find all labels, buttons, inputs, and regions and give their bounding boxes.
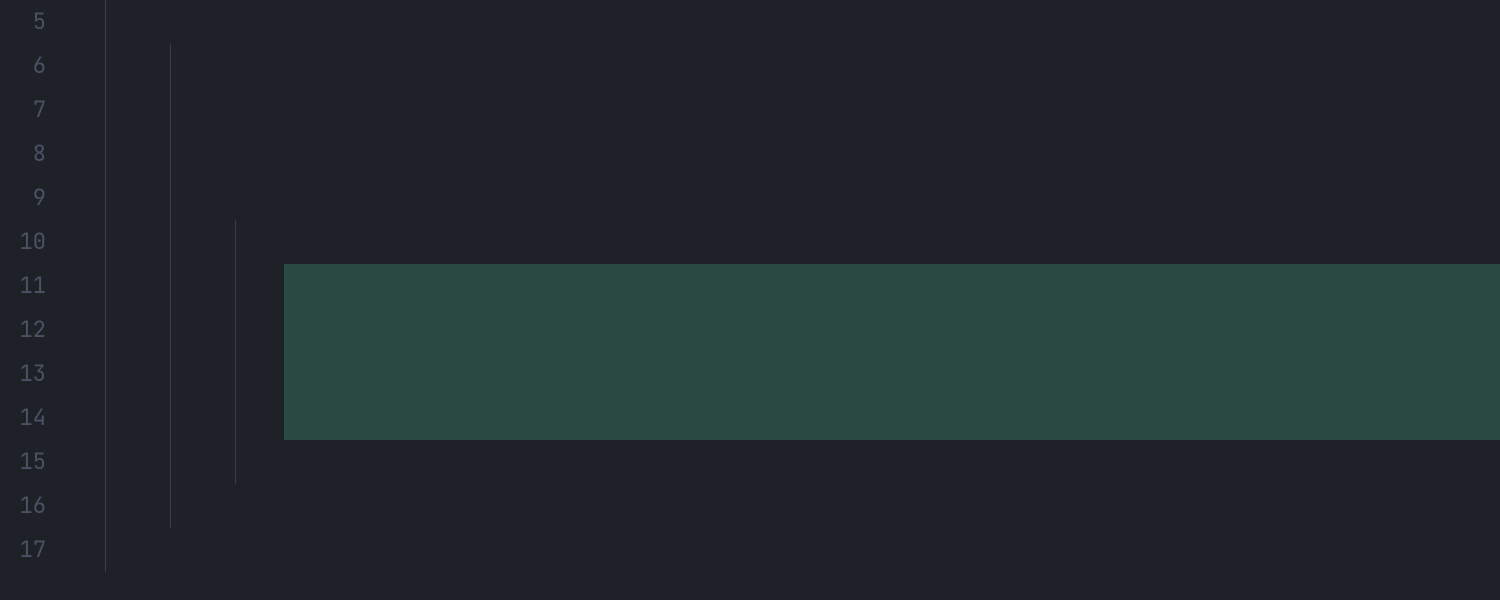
code-content: public class Main { @Language("HTML") pr… (60, 484, 1500, 600)
code-area[interactable]: public class Main { @Language("HTML") pr… (60, 0, 1500, 600)
code-editor[interactable]: 5 6 7 8 9 10 11 12 13 14 15 16 17 public… (0, 0, 1500, 600)
line-number: 7 (0, 88, 46, 132)
indent-guide (170, 44, 171, 528)
gutter: 5 6 7 8 9 10 11 12 13 14 15 16 17 (0, 0, 60, 600)
line-number: 14 (0, 396, 46, 440)
line-number: 12 (0, 308, 46, 352)
line-number: 10 (0, 220, 46, 264)
indent-guide (235, 220, 236, 484)
line-number: 9 (0, 176, 46, 220)
line-number: 5 (0, 0, 46, 44)
line-number: 16 (0, 484, 46, 528)
line-number: 15 (0, 440, 46, 484)
line-number: 13 (0, 352, 46, 396)
line-number: 11 (0, 264, 46, 308)
line-number: 6 (0, 44, 46, 88)
line-number: 8 (0, 132, 46, 176)
injected-language-highlight (284, 264, 1500, 440)
line-number: 17 (0, 528, 46, 572)
